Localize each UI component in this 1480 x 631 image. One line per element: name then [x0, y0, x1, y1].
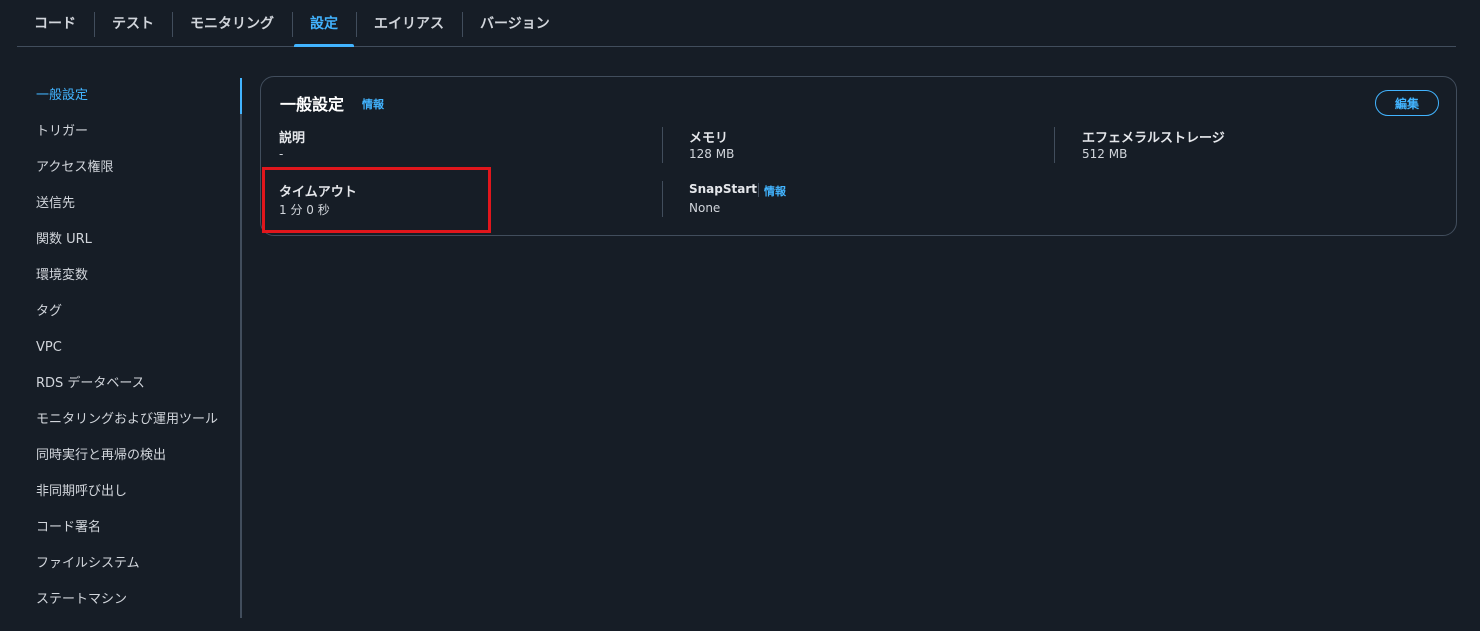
sidenav-item-function-url[interactable]: 関数 URL	[36, 231, 92, 249]
side-navigation: 一般設定 トリガー アクセス権限 送信先 関数 URL 環境変数 タグ VPC …	[0, 78, 242, 618]
snapstart-info-link[interactable]: 情報	[764, 183, 786, 199]
ephemeral-storage-label: エフェメラルストレージ	[1082, 131, 1225, 146]
sidenav-item-state-machines[interactable]: ステートマシン	[36, 591, 127, 609]
info-link[interactable]: 情報	[362, 96, 384, 112]
snapstart-label: SnapStart	[689, 182, 758, 196]
sidenav-item-monitoring-tools[interactable]: モニタリングおよび運用ツール	[36, 411, 218, 429]
sidenav-item-triggers[interactable]: トリガー	[36, 123, 88, 141]
sidenav-item-tags[interactable]: タグ	[36, 303, 62, 321]
description-label: 説明	[279, 131, 306, 146]
tab-bar: コード テスト モニタリング 設定 エイリアス バージョン	[17, 0, 1456, 47]
column-divider	[662, 181, 663, 217]
sidenav-item-destinations[interactable]: 送信先	[36, 195, 75, 213]
tab-monitoring[interactable]: モニタリング	[172, 0, 292, 46]
ephemeral-storage-value: 512 MB	[1082, 147, 1128, 161]
label-divider	[758, 183, 759, 197]
memory-label: メモリ	[689, 131, 729, 146]
sidenav-item-rds[interactable]: RDS データベース	[36, 375, 145, 393]
tab-test[interactable]: テスト	[94, 0, 172, 46]
active-indicator	[240, 78, 242, 114]
tab-code[interactable]: コード	[17, 0, 94, 46]
lambda-config-page: コード テスト モニタリング 設定 エイリアス バージョン 一般設定 トリガー …	[0, 0, 1480, 631]
tab-versions[interactable]: バージョン	[462, 0, 568, 46]
sidenav-item-general[interactable]: 一般設定	[36, 87, 88, 105]
tab-configuration[interactable]: 設定	[292, 0, 356, 47]
column-divider	[1054, 127, 1055, 163]
sidenav-item-async[interactable]: 非同期呼び出し	[36, 483, 127, 501]
column-divider	[662, 127, 663, 163]
sidenav-item-permissions[interactable]: アクセス権限	[36, 159, 113, 177]
memory-value: 128 MB	[689, 147, 735, 161]
description-value: -	[279, 147, 284, 161]
sidenav-item-concurrency[interactable]: 同時実行と再帰の検出	[36, 447, 166, 465]
sidenav-item-code-signing[interactable]: コード署名	[36, 519, 101, 537]
sidenav-item-file-systems[interactable]: ファイルシステム	[36, 555, 140, 573]
sidenav-item-vpc[interactable]: VPC	[36, 339, 62, 357]
tab-aliases[interactable]: エイリアス	[356, 0, 462, 46]
sidenav-item-env-vars[interactable]: 環境変数	[36, 267, 88, 285]
timeout-highlight-box	[262, 167, 491, 233]
edit-button[interactable]: 編集	[1375, 90, 1439, 116]
card-title: 一般設定	[280, 95, 345, 114]
snapstart-value: None	[689, 201, 721, 215]
